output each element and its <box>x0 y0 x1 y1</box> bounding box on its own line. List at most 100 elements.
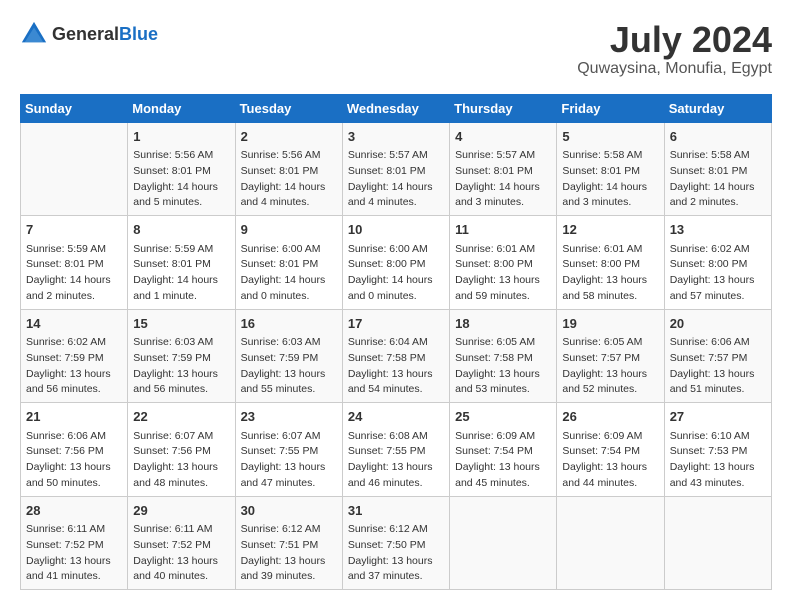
day-number: 10 <box>348 220 444 240</box>
page-title: July 2024 <box>577 20 772 60</box>
header-friday: Friday <box>557 94 664 122</box>
day-number: 24 <box>348 407 444 427</box>
day-info: Sunrise: 6:11 AM Sunset: 7:52 PM Dayligh… <box>26 522 122 585</box>
day-info: Sunrise: 6:07 AM Sunset: 7:56 PM Dayligh… <box>133 429 229 492</box>
day-number: 31 <box>348 501 444 521</box>
day-number: 19 <box>562 314 658 334</box>
day-number: 8 <box>133 220 229 240</box>
day-number: 18 <box>455 314 551 334</box>
calendar-cell: 22Sunrise: 6:07 AM Sunset: 7:56 PM Dayli… <box>128 403 235 497</box>
calendar-cell <box>450 496 557 590</box>
calendar-cell: 2Sunrise: 5:56 AM Sunset: 8:01 PM Daylig… <box>235 122 342 216</box>
day-number: 17 <box>348 314 444 334</box>
page-subtitle: Quwaysina, Monufia, Egypt <box>577 60 772 78</box>
day-info: Sunrise: 6:02 AM Sunset: 8:00 PM Dayligh… <box>670 242 766 305</box>
day-number: 30 <box>241 501 337 521</box>
calendar-cell: 13Sunrise: 6:02 AM Sunset: 8:00 PM Dayli… <box>664 216 771 310</box>
title-block: July 2024 Quwaysina, Monufia, Egypt <box>577 20 772 78</box>
day-number: 2 <box>241 127 337 147</box>
calendar-cell: 31Sunrise: 6:12 AM Sunset: 7:50 PM Dayli… <box>342 496 449 590</box>
day-number: 23 <box>241 407 337 427</box>
calendar-cell: 6Sunrise: 5:58 AM Sunset: 8:01 PM Daylig… <box>664 122 771 216</box>
logo: GeneralBlue <box>20 20 158 48</box>
header-wednesday: Wednesday <box>342 94 449 122</box>
calendar-cell: 28Sunrise: 6:11 AM Sunset: 7:52 PM Dayli… <box>21 496 128 590</box>
calendar-cell: 5Sunrise: 5:58 AM Sunset: 8:01 PM Daylig… <box>557 122 664 216</box>
day-number: 6 <box>670 127 766 147</box>
day-info: Sunrise: 6:11 AM Sunset: 7:52 PM Dayligh… <box>133 522 229 585</box>
day-info: Sunrise: 6:09 AM Sunset: 7:54 PM Dayligh… <box>562 429 658 492</box>
calendar-cell <box>664 496 771 590</box>
day-number: 7 <box>26 220 122 240</box>
day-number: 16 <box>241 314 337 334</box>
day-info: Sunrise: 6:06 AM Sunset: 7:56 PM Dayligh… <box>26 429 122 492</box>
day-info: Sunrise: 6:00 AM Sunset: 8:01 PM Dayligh… <box>241 242 337 305</box>
day-info: Sunrise: 6:01 AM Sunset: 8:00 PM Dayligh… <box>455 242 551 305</box>
day-info: Sunrise: 6:03 AM Sunset: 7:59 PM Dayligh… <box>133 335 229 398</box>
calendar-cell: 26Sunrise: 6:09 AM Sunset: 7:54 PM Dayli… <box>557 403 664 497</box>
calendar-cell: 15Sunrise: 6:03 AM Sunset: 7:59 PM Dayli… <box>128 309 235 403</box>
day-info: Sunrise: 6:07 AM Sunset: 7:55 PM Dayligh… <box>241 429 337 492</box>
day-number: 5 <box>562 127 658 147</box>
calendar-cell: 21Sunrise: 6:06 AM Sunset: 7:56 PM Dayli… <box>21 403 128 497</box>
day-number: 15 <box>133 314 229 334</box>
day-info: Sunrise: 6:06 AM Sunset: 7:57 PM Dayligh… <box>670 335 766 398</box>
day-number: 20 <box>670 314 766 334</box>
day-info: Sunrise: 6:05 AM Sunset: 7:58 PM Dayligh… <box>455 335 551 398</box>
calendar-cell: 10Sunrise: 6:00 AM Sunset: 8:00 PM Dayli… <box>342 216 449 310</box>
calendar-cell: 1Sunrise: 5:56 AM Sunset: 8:01 PM Daylig… <box>128 122 235 216</box>
day-number: 21 <box>26 407 122 427</box>
header-sunday: Sunday <box>21 94 128 122</box>
calendar-week-row: 7Sunrise: 5:59 AM Sunset: 8:01 PM Daylig… <box>21 216 772 310</box>
day-info: Sunrise: 5:59 AM Sunset: 8:01 PM Dayligh… <box>133 242 229 305</box>
calendar-cell: 25Sunrise: 6:09 AM Sunset: 7:54 PM Dayli… <box>450 403 557 497</box>
logo-text-general: General <box>52 24 119 44</box>
day-info: Sunrise: 6:12 AM Sunset: 7:50 PM Dayligh… <box>348 522 444 585</box>
calendar-cell: 12Sunrise: 6:01 AM Sunset: 8:00 PM Dayli… <box>557 216 664 310</box>
calendar-cell: 14Sunrise: 6:02 AM Sunset: 7:59 PM Dayli… <box>21 309 128 403</box>
day-number: 9 <box>241 220 337 240</box>
calendar-week-row: 28Sunrise: 6:11 AM Sunset: 7:52 PM Dayli… <box>21 496 772 590</box>
day-number: 13 <box>670 220 766 240</box>
header-tuesday: Tuesday <box>235 94 342 122</box>
day-info: Sunrise: 6:01 AM Sunset: 8:00 PM Dayligh… <box>562 242 658 305</box>
day-number: 28 <box>26 501 122 521</box>
calendar-header-row: SundayMondayTuesdayWednesdayThursdayFrid… <box>21 94 772 122</box>
day-info: Sunrise: 5:59 AM Sunset: 8:01 PM Dayligh… <box>26 242 122 305</box>
day-number: 4 <box>455 127 551 147</box>
day-number: 25 <box>455 407 551 427</box>
calendar-cell: 19Sunrise: 6:05 AM Sunset: 7:57 PM Dayli… <box>557 309 664 403</box>
day-info: Sunrise: 5:56 AM Sunset: 8:01 PM Dayligh… <box>241 148 337 211</box>
calendar-table: SundayMondayTuesdayWednesdayThursdayFrid… <box>20 94 772 591</box>
calendar-cell: 20Sunrise: 6:06 AM Sunset: 7:57 PM Dayli… <box>664 309 771 403</box>
day-info: Sunrise: 5:56 AM Sunset: 8:01 PM Dayligh… <box>133 148 229 211</box>
calendar-cell: 17Sunrise: 6:04 AM Sunset: 7:58 PM Dayli… <box>342 309 449 403</box>
day-info: Sunrise: 6:09 AM Sunset: 7:54 PM Dayligh… <box>455 429 551 492</box>
page-header: GeneralBlue July 2024 Quwaysina, Monufia… <box>20 20 772 78</box>
calendar-cell: 27Sunrise: 6:10 AM Sunset: 7:53 PM Dayli… <box>664 403 771 497</box>
day-info: Sunrise: 5:57 AM Sunset: 8:01 PM Dayligh… <box>455 148 551 211</box>
calendar-cell: 29Sunrise: 6:11 AM Sunset: 7:52 PM Dayli… <box>128 496 235 590</box>
day-number: 12 <box>562 220 658 240</box>
day-info: Sunrise: 6:04 AM Sunset: 7:58 PM Dayligh… <box>348 335 444 398</box>
day-number: 29 <box>133 501 229 521</box>
header-thursday: Thursday <box>450 94 557 122</box>
day-info: Sunrise: 6:12 AM Sunset: 7:51 PM Dayligh… <box>241 522 337 585</box>
calendar-cell: 24Sunrise: 6:08 AM Sunset: 7:55 PM Dayli… <box>342 403 449 497</box>
calendar-cell: 7Sunrise: 5:59 AM Sunset: 8:01 PM Daylig… <box>21 216 128 310</box>
header-saturday: Saturday <box>664 94 771 122</box>
day-info: Sunrise: 6:05 AM Sunset: 7:57 PM Dayligh… <box>562 335 658 398</box>
day-number: 26 <box>562 407 658 427</box>
calendar-cell: 23Sunrise: 6:07 AM Sunset: 7:55 PM Dayli… <box>235 403 342 497</box>
calendar-week-row: 21Sunrise: 6:06 AM Sunset: 7:56 PM Dayli… <box>21 403 772 497</box>
calendar-cell: 11Sunrise: 6:01 AM Sunset: 8:00 PM Dayli… <box>450 216 557 310</box>
header-monday: Monday <box>128 94 235 122</box>
day-info: Sunrise: 6:10 AM Sunset: 7:53 PM Dayligh… <box>670 429 766 492</box>
day-number: 1 <box>133 127 229 147</box>
logo-icon <box>20 20 48 48</box>
day-info: Sunrise: 5:57 AM Sunset: 8:01 PM Dayligh… <box>348 148 444 211</box>
day-info: Sunrise: 6:03 AM Sunset: 7:59 PM Dayligh… <box>241 335 337 398</box>
calendar-week-row: 1Sunrise: 5:56 AM Sunset: 8:01 PM Daylig… <box>21 122 772 216</box>
calendar-cell: 8Sunrise: 5:59 AM Sunset: 8:01 PM Daylig… <box>128 216 235 310</box>
calendar-cell: 9Sunrise: 6:00 AM Sunset: 8:01 PM Daylig… <box>235 216 342 310</box>
